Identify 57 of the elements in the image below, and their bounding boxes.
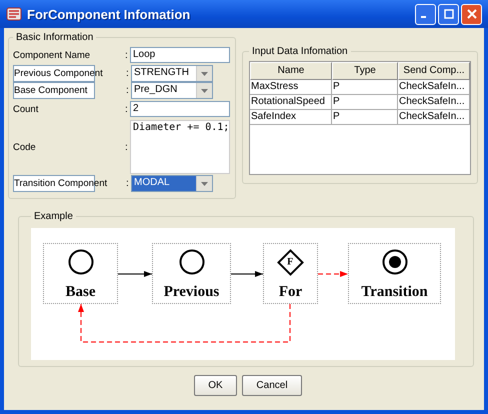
field-label: Base Component bbox=[14, 85, 88, 96]
colon-text: : bbox=[126, 85, 130, 96]
field-label: Transition Component bbox=[14, 178, 108, 189]
dialog-button[interactable]: Cancel bbox=[242, 375, 302, 396]
dropdown-value: MODAL bbox=[132, 176, 196, 191]
table-cell: CheckSafeIn... bbox=[398, 110, 470, 125]
dropdown[interactable]: Pre_DGN bbox=[131, 82, 213, 99]
colon-text: : bbox=[125, 142, 129, 152]
node-label: Previous bbox=[164, 284, 220, 301]
close-button[interactable] bbox=[461, 4, 482, 24]
table-cell: P bbox=[332, 80, 398, 95]
node-label: Base bbox=[66, 284, 96, 301]
dropdown[interactable]: MODAL bbox=[131, 175, 213, 192]
colon-text: : bbox=[126, 178, 130, 189]
node-label: Transition bbox=[361, 284, 428, 301]
field-label: Count bbox=[13, 104, 40, 114]
field-label: Previous Component bbox=[14, 68, 104, 79]
maximize-icon bbox=[444, 9, 454, 19]
field-label: Code bbox=[13, 142, 37, 152]
column-header[interactable]: Name bbox=[250, 62, 332, 80]
panel-title: Example bbox=[33, 211, 74, 222]
minimize-button[interactable] bbox=[415, 4, 436, 24]
arrow bbox=[230, 271, 264, 277]
target-icon bbox=[382, 249, 408, 275]
app-icon bbox=[6, 6, 22, 22]
table-cell: P bbox=[332, 110, 398, 125]
dropdown-value: STRENGTH bbox=[133, 66, 190, 80]
input-field[interactable]: 2 bbox=[130, 101, 230, 117]
maximize-button[interactable] bbox=[438, 4, 459, 24]
colon-text: : bbox=[126, 68, 130, 79]
dropdown[interactable]: STRENGTH bbox=[131, 65, 213, 82]
panel-title: Input Data Infomation bbox=[251, 46, 349, 57]
column-header[interactable]: Type bbox=[332, 62, 398, 80]
table-cell: SafeIndex bbox=[250, 110, 332, 125]
diamond-letter: F bbox=[287, 257, 294, 268]
table-cell: P bbox=[332, 95, 398, 110]
colon-text: : bbox=[125, 50, 129, 60]
close-icon bbox=[466, 9, 476, 19]
table-cell: MaxStress bbox=[250, 80, 332, 95]
minimize-icon bbox=[421, 16, 426, 18]
colon-text: : bbox=[125, 104, 129, 114]
column-header[interactable]: Send Comp... bbox=[398, 62, 470, 80]
code-field[interactable]: Diameter += 0.1; bbox=[130, 120, 230, 174]
input-field[interactable]: Loop bbox=[130, 47, 230, 63]
dropdown-value: Pre_DGN bbox=[133, 83, 178, 97]
circle-icon bbox=[178, 249, 204, 275]
dashed-arrow bbox=[318, 271, 348, 277]
table-cell: CheckSafeIn... bbox=[398, 80, 470, 95]
table-cell: RotationalSpeed bbox=[250, 95, 332, 110]
window-title: ForComponent Infomation bbox=[27, 6, 192, 22]
circle-icon bbox=[68, 249, 94, 275]
node-label: For bbox=[278, 284, 302, 301]
dialog-button[interactable]: OK bbox=[194, 375, 237, 396]
field-label: Component Name bbox=[13, 50, 92, 60]
panel-title: Basic Information bbox=[15, 32, 94, 43]
table-cell: CheckSafeIn... bbox=[398, 95, 470, 110]
arrow bbox=[118, 271, 152, 277]
